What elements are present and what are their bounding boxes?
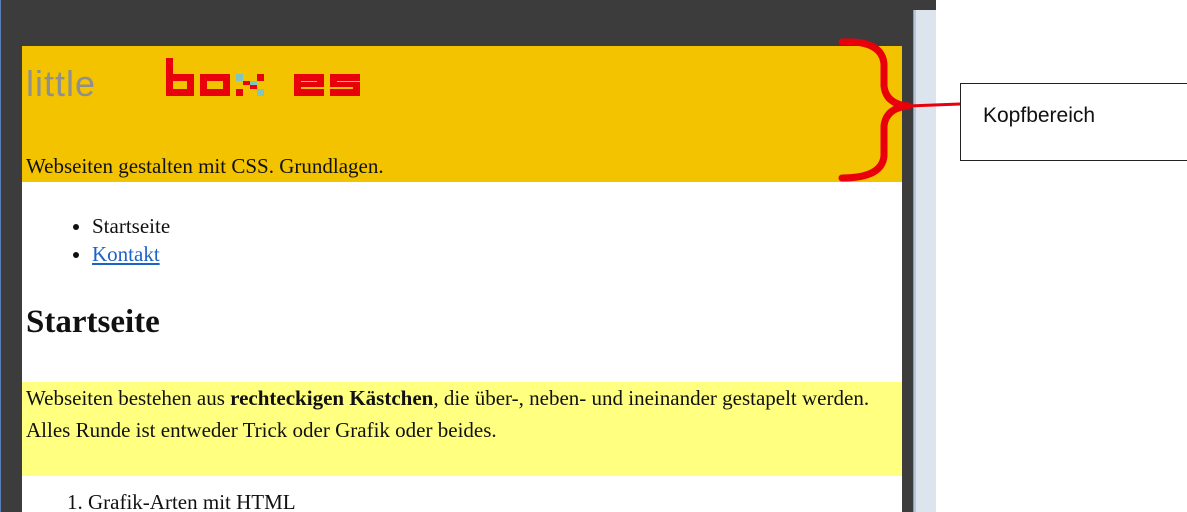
logo-graphic: little xyxy=(26,58,360,102)
nav-item-kontakt[interactable]: Kontakt xyxy=(92,240,170,268)
curly-bracket-annotation xyxy=(838,38,961,182)
browser-window-frame: little Webseiten gestalten mit CSS. Grun… xyxy=(0,0,936,512)
site-logo: little xyxy=(26,58,406,102)
intro-text-bold: rechteckigen Kästchen xyxy=(230,386,434,410)
page-viewport: little Webseiten gestalten mit CSS. Grun… xyxy=(22,46,902,512)
svg-text:little: little xyxy=(26,63,96,102)
callout-connector-line xyxy=(907,102,961,108)
bracket-path xyxy=(838,38,912,182)
window-top-bar xyxy=(1,0,936,10)
site-tagline: Webseiten gestalten mit CSS. Grundlagen. xyxy=(26,154,384,178)
page-title: Startseite xyxy=(26,304,160,340)
intro-paragraph: Webseiten bestehen aus rechteckigen Käst… xyxy=(22,382,902,476)
intro-text-before: Webseiten bestehen aus xyxy=(26,386,231,410)
annotation-label: Kopfbereich xyxy=(983,104,1096,127)
nav-item-startseite: Startseite xyxy=(92,212,170,240)
list-item: Grafik-Arten mit HTML xyxy=(88,488,296,512)
page-header: little Webseiten gestalten mit CSS. Grun… xyxy=(22,46,902,182)
nav-item-label: Startseite xyxy=(92,214,171,238)
main-navigation: Startseite Kontakt xyxy=(70,212,170,268)
nav-link-kontakt[interactable]: Kontakt xyxy=(92,242,160,266)
annotation-callout-box: Kopfbereich xyxy=(960,83,1187,161)
ordered-list: Grafik-Arten mit HTML xyxy=(60,488,296,512)
